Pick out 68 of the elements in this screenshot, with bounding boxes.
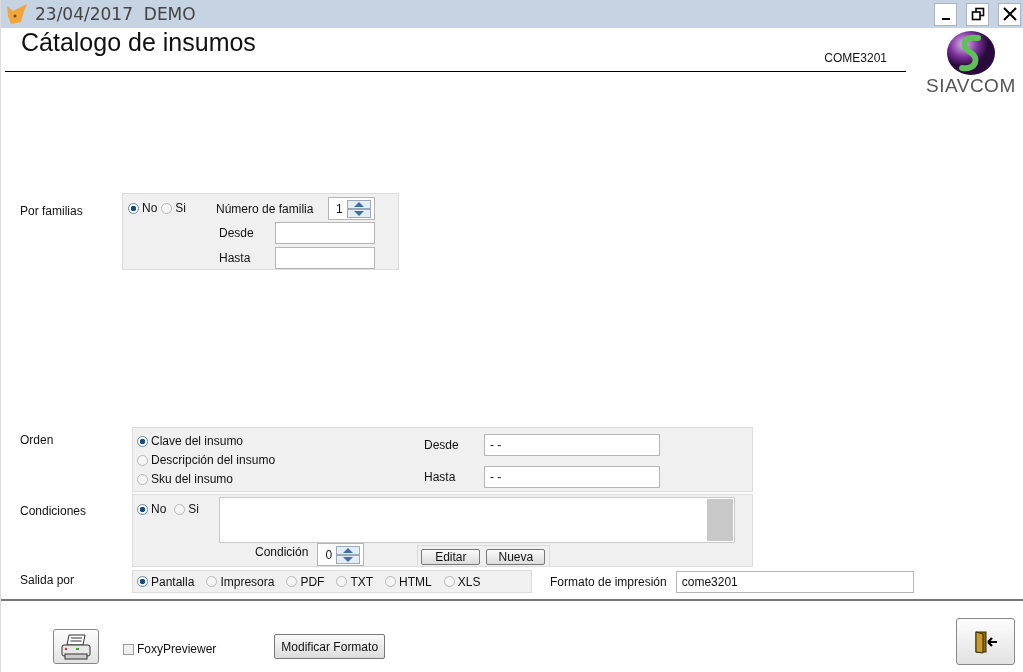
checkbox-option[interactable]: FoxyPreviewer [123, 641, 217, 657]
field-label: Condiciones [19, 503, 88, 520]
radio-option[interactable]: XLS [443, 573, 481, 590]
field-label: Orden [19, 432, 55, 449]
condition-spinner[interactable]: 0 [317, 543, 365, 566]
close-icon [1002, 7, 1017, 21]
checkbox[interactable] [123, 643, 134, 655]
input-field[interactable]: come3201 [675, 570, 914, 593]
scrollbar[interactable] [707, 499, 733, 541]
radio-option[interactable]: No [137, 501, 167, 517]
field-label: Hasta [424, 470, 457, 484]
radio-option[interactable]: Pantalla [137, 573, 195, 590]
radio-button[interactable] [206, 576, 218, 587]
field-label: Formato de impresión [550, 574, 667, 589]
field-label: Desde [424, 438, 460, 452]
close-button[interactable] [998, 2, 1021, 26]
radio-button[interactable] [137, 503, 148, 515]
radio-option[interactable]: Si [174, 501, 199, 517]
radio-button[interactable] [137, 473, 148, 485]
family-number-spinner[interactable]: 1 [328, 197, 375, 221]
logo-icon [945, 30, 996, 76]
radio-button[interactable] [336, 576, 348, 587]
input-field[interactable]: - - [484, 434, 660, 456]
window-title: 23/04/2017 DEMO [35, 4, 196, 24]
radio-button[interactable] [161, 202, 173, 214]
radio-option[interactable]: Si [161, 200, 186, 216]
field-label: Salida por [19, 572, 76, 587]
restore-button[interactable] [966, 2, 989, 26]
exit-button[interactable] [956, 618, 1015, 665]
spinner-arrows-icon[interactable] [346, 199, 371, 218]
fox-icon [5, 2, 29, 26]
radio-button[interactable] [174, 503, 186, 515]
printer-icon [60, 633, 92, 660]
modify-format-button[interactable]: Modificar Formato [274, 634, 386, 659]
radio-option[interactable]: Clave del insumo [137, 433, 424, 449]
action-button[interactable]: Editar [421, 549, 481, 565]
restore-icon [970, 7, 985, 21]
radio-option[interactable]: HTML [385, 573, 432, 590]
input-field[interactable] [275, 246, 375, 269]
radio-button[interactable] [443, 576, 455, 587]
radio-button[interactable] [385, 576, 397, 587]
exit-door-icon [972, 629, 999, 654]
action-button[interactable]: Nueva [486, 549, 546, 565]
radio-option[interactable]: No [128, 200, 158, 216]
radio-option[interactable]: PDF [286, 573, 325, 590]
radio-button[interactable] [286, 576, 298, 587]
radio-button[interactable] [128, 202, 139, 214]
radio-option[interactable]: Impresora [206, 573, 275, 590]
radio-option[interactable]: TXT [336, 573, 374, 590]
field-label: Condición [255, 545, 309, 559]
radio-button[interactable] [137, 435, 148, 447]
print-button[interactable] [53, 629, 99, 664]
form-code: COME3201 [824, 51, 887, 65]
radio-button[interactable] [137, 576, 148, 587]
logo-text: SIAVCOM [926, 76, 1016, 96]
radio-option[interactable]: Sku del insumo [137, 471, 424, 487]
minimize-icon [941, 18, 950, 20]
input-field[interactable]: - - [484, 466, 660, 488]
input-field[interactable] [275, 222, 375, 245]
radio-button[interactable] [137, 454, 148, 466]
radio-option[interactable]: Descripción del insumo [137, 452, 424, 468]
field-label: Hasta [218, 250, 252, 265]
field-label: Por familias [19, 203, 84, 220]
field-label: Número de familia [216, 201, 315, 216]
minimize-button[interactable] [934, 2, 957, 26]
field-label: Desde [218, 226, 255, 241]
form-title: Cátalogo de insumos [21, 28, 256, 57]
spinner-arrows-icon[interactable] [336, 545, 361, 564]
